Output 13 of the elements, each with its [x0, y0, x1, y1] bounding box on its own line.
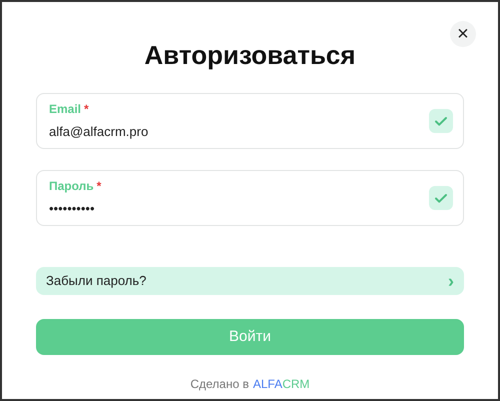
- required-mark: *: [84, 101, 89, 118]
- brand-link[interactable]: ALFACRM: [252, 375, 310, 393]
- close-button[interactable]: ×: [450, 21, 476, 47]
- dialog-title: Авторизоваться: [144, 39, 356, 72]
- forgot-password-link[interactable]: Забыли пароль? ›: [36, 267, 464, 295]
- field-label: Пароль: [49, 178, 94, 196]
- input-field[interactable]: Email * alfa@alfacrm.pro: [36, 93, 464, 149]
- field-value: alfa@alfacrm.pro: [49, 123, 148, 142]
- field-value: ••••••••••: [49, 200, 95, 218]
- input-field[interactable]: Пароль * ••••••••••: [36, 170, 464, 226]
- footer-text: Сделано в: [190, 376, 249, 393]
- required-mark: *: [96, 178, 102, 196]
- field-label: Email: [49, 101, 82, 118]
